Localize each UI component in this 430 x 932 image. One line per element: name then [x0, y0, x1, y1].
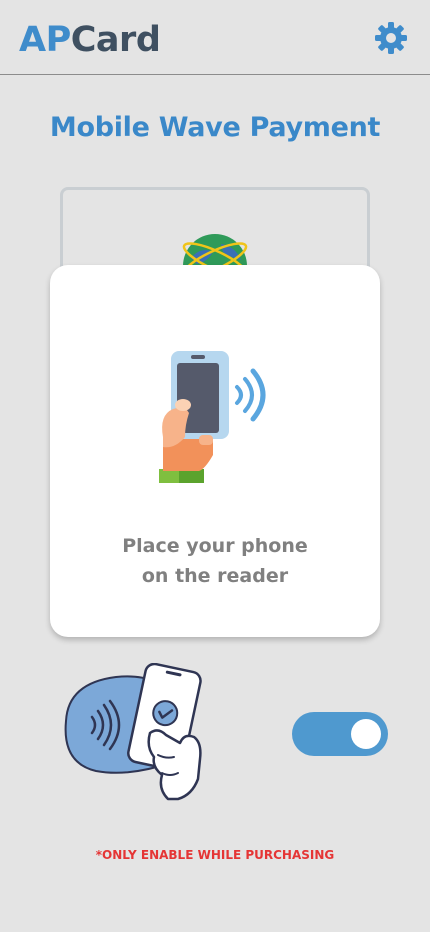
tap-instruction: Place your phone on the reader [50, 531, 380, 591]
app-logo: APCard [19, 20, 161, 60]
app-header: APCard [0, 0, 430, 75]
page-title: Mobile Wave Payment [49, 112, 381, 143]
payment-toggle[interactable] [292, 712, 388, 756]
toggle-knob [351, 719, 381, 749]
tap-instruction-line2: on the reader [141, 565, 289, 587]
gear-icon[interactable] [374, 21, 408, 55]
contactless-pay-icon [58, 662, 213, 803]
logo-prefix: AP [19, 20, 71, 60]
logo-suffix: Card [70, 20, 161, 60]
purchase-warning: *ONLY ENABLE WHILE PURCHASING [95, 848, 335, 862]
tap-instruction-line1: Place your phone [122, 535, 308, 557]
tap-prompt-dialog: Place your phone on the reader [50, 265, 380, 637]
phone-tap-icon [155, 345, 280, 490]
